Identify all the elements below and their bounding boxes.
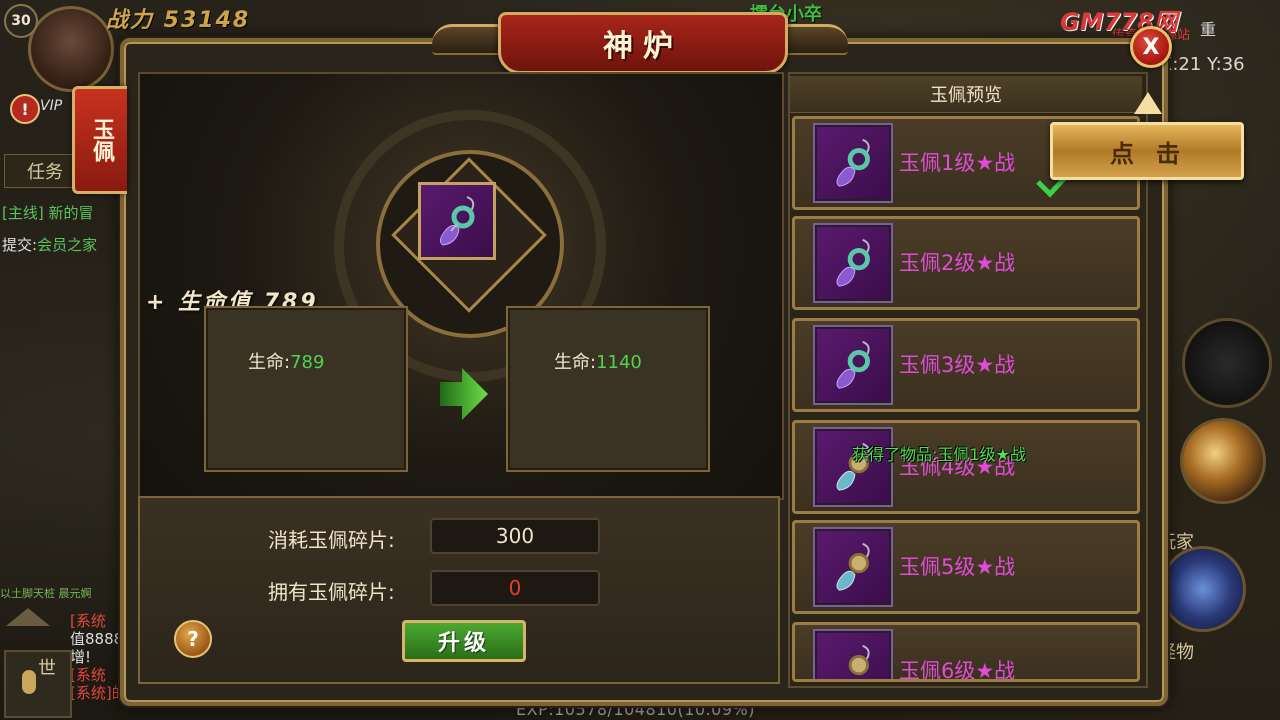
- preview-list-item[interactable]: 玉佩4级★战: [792, 420, 1140, 514]
- preview-header: 玉佩预览: [790, 76, 1142, 113]
- current-hp-stat: 生命:789: [248, 348, 324, 374]
- window-title-plate: 神炉: [498, 12, 788, 74]
- preview-list-item[interactable]: 玉佩5级★战: [792, 520, 1140, 614]
- next-hp-value: 1140: [596, 352, 642, 373]
- chat-expand-icon[interactable]: [6, 608, 50, 626]
- vip-label[interactable]: VIP: [40, 98, 62, 114]
- help-button[interactable]: ?: [174, 620, 212, 658]
- close-button[interactable]: X: [1130, 26, 1172, 68]
- next-hp-label: 生命:: [554, 352, 597, 373]
- current-stats-box: 生命:789: [204, 306, 408, 472]
- preview-list-item[interactable]: 玉佩6级★战: [792, 622, 1140, 682]
- pendant-name: 玉佩5级★战: [899, 555, 1016, 579]
- pendant-name: 玉佩6级★战: [899, 659, 1016, 682]
- player-level: 30: [4, 4, 38, 38]
- quest-submit-line[interactable]: 提交:会员之家: [2, 234, 97, 255]
- gold-pendant-icon: [848, 644, 870, 676]
- preview-list-item[interactable]: 玉佩3级★战: [792, 318, 1140, 412]
- quest-submit-target[interactable]: 会员之家: [37, 236, 97, 254]
- pendant-thumbnail: [813, 325, 893, 405]
- upgrade-button[interactable]: 升级: [402, 620, 526, 662]
- jade-pendant-icon: [836, 340, 870, 389]
- next-stats-box: 生命:1140: [506, 306, 710, 472]
- title-ornament-left: [432, 24, 502, 55]
- tab-jade-pendant[interactable]: 玉佩: [72, 86, 127, 194]
- owned-fragments-label: 拥有玉佩碎片:: [268, 580, 395, 604]
- current-pendant-slot[interactable]: [418, 182, 496, 260]
- pendant-thumbnail: [813, 629, 893, 679]
- task-button[interactable]: 任务: [4, 154, 74, 188]
- pendant-name: 玉佩3级★战: [899, 353, 1016, 377]
- player-avatar[interactable]: [28, 6, 114, 92]
- pendant-name: 玉佩2级★战: [899, 251, 1016, 275]
- consume-fragments-value: 300: [430, 518, 600, 554]
- owned-fragments-value: 0: [430, 570, 600, 606]
- upgrade-arrow-icon: [438, 366, 490, 422]
- alert-icon[interactable]: !: [10, 94, 40, 124]
- combat-power: 战力 53148: [106, 8, 251, 33]
- skill-button[interactable]: [1160, 546, 1246, 632]
- microphone-icon: [22, 670, 36, 694]
- pendant-name: 玉佩1级★战: [899, 151, 1016, 175]
- current-hp-label: 生命:: [248, 352, 291, 373]
- jade-pendant-icon: [836, 238, 870, 287]
- quest-submit-prefix: 提交:: [2, 236, 38, 254]
- jade-pendant-icon: [836, 138, 870, 187]
- skill-button[interactable]: [1180, 418, 1266, 504]
- quest-main-line[interactable]: [主线] 新的冒: [2, 202, 93, 223]
- guide-arrow-icon: [1134, 92, 1162, 114]
- pendant-thumbnail: [813, 223, 893, 303]
- world-channel-label[interactable]: 世: [38, 654, 56, 680]
- attack-skill-button[interactable]: [1182, 318, 1272, 408]
- pendant-thumbnail: [813, 527, 893, 607]
- jade-pendant-icon: [439, 196, 475, 246]
- top-right-label: 重: [1200, 20, 1217, 39]
- map-coordinates: X:21 Y:36: [1160, 54, 1245, 75]
- pendant-thumbnail: [813, 123, 893, 203]
- click-guide-button[interactable]: 点击: [1050, 122, 1244, 180]
- current-hp-value: 789: [290, 352, 325, 373]
- window-title: 神炉: [603, 29, 683, 64]
- consume-fragments-label: 消耗玉佩碎片:: [268, 528, 395, 552]
- preview-list-item[interactable]: 玉佩2级★战: [792, 216, 1140, 310]
- next-hp-stat: 生命:1140: [554, 348, 642, 374]
- chat-side-text: 以土脚天桩 晨元婀: [0, 587, 92, 600]
- item-obtained-message: 获得了物品:玉佩1级★战: [852, 445, 1026, 464]
- title-ornament-right: [778, 24, 848, 55]
- gold-pendant-icon: [836, 542, 870, 591]
